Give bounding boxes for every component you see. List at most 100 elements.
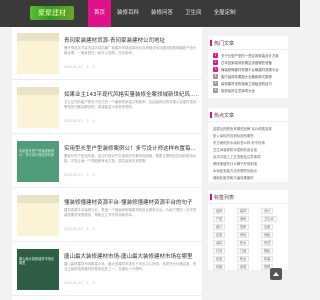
hot-article-link[interactable]: 关于长型户型的一些实用家装设计方案: [221, 53, 284, 58]
hot-article-item[interactable]: 5 装修建材选购指南之地板选购技巧: [213, 81, 285, 86]
thumbnail-stripe: [17, 33, 59, 41]
post-item[interactable]: 实用型长型户型装修案例公！多亏设计师这样布置 实用型长型户型装修案例公！多亏设计…: [12, 135, 202, 188]
tag-link[interactable]: 设计: [261, 208, 274, 214]
tag-link[interactable]: 案例: [237, 216, 250, 222]
post-thumbnail[interactable]: [17, 87, 59, 128]
tag-link[interactable]: 定制: [213, 232, 226, 238]
post-thumbnail[interactable]: 唐山最大装修建材市场在哪里: [17, 249, 59, 290]
main-nav: 首页 装修百科 装修问答 卫生间 全屋定制: [88, 0, 242, 27]
recommended-link[interactable]: 自流平施工工艺流程及注意事项: [213, 154, 285, 159]
sidebar-header: 热门文章: [208, 36, 288, 50]
post-meta: 2024-05-17 2 0: [64, 227, 99, 231]
thumbnail-stripe: [17, 87, 59, 95]
hot-article-link[interactable]: 厨房装修注意事项大全: [221, 88, 284, 93]
hot-article-link[interactable]: 懂装修懂建材资源平台懂建材资源平台: [221, 67, 284, 72]
tag-link[interactable]: 卧室: [213, 256, 226, 262]
post-views: 3: [86, 119, 89, 123]
tag-link[interactable]: 瓷砖: [237, 232, 250, 238]
post-views: 2: [86, 281, 89, 285]
sidebar-recommended: 热点文章 金属瓦的颜色有哪些品牌 瓦片种类选择 防火涂料的检测标准有哪些 东方雨…: [208, 108, 288, 182]
tag-link[interactable]: 软装: [261, 256, 274, 262]
post-meta: 2024-05-17 4 0: [64, 65, 99, 69]
tag-link[interactable]: 地板: [261, 232, 274, 238]
thumbnail-caption: 实用型长型户型装修案例公！多亏设计师这样布置: [19, 149, 55, 158]
post-meta: 2024-05-17 3 0: [64, 173, 99, 177]
post-item[interactable]: 如果业主143平现代风格实量装修全案领域新世纪风... 如果，实木 业主住完的客…: [12, 81, 202, 134]
post-excerpt: 餐厅饰品平内容内容内容前期厂家建材市场选择地址及规格全部详细说明推荐最新产品价格…: [64, 46, 197, 55]
post-excerpt: 唐山装修建材市场数量众多，最大的建材市场位于市区中心地带，品类齐全价格实惠，是业…: [64, 262, 197, 271]
hot-article-item[interactable]: 4 客厅装修效果图大全最新款式推荐: [213, 74, 285, 79]
rank-badge: 1: [213, 53, 218, 58]
nav-item-custom[interactable]: 全屋定制: [208, 0, 242, 27]
tag-link[interactable]: 吊顶: [261, 240, 274, 246]
tag-link[interactable]: 卫生间: [261, 216, 277, 222]
tag-link[interactable]: 灯具: [213, 248, 226, 254]
rank-badge: 6: [213, 88, 218, 93]
post-title[interactable]: 懂装修懂建材资源平台-懂装修懂建材资源平台的句子: [64, 198, 200, 206]
sidebar-title: 热门文章: [209, 40, 235, 47]
post-thumbnail[interactable]: [17, 195, 59, 236]
recommended-link[interactable]: 东方雨虹防水涂料怎么样 好不好用: [213, 140, 285, 145]
tag-link[interactable]: 家居: [237, 264, 250, 270]
tag-link[interactable]: 阳台: [237, 256, 250, 262]
hot-article-link[interactable]: 装修建材选购指南之地板选购技巧: [221, 81, 284, 86]
post-title[interactable]: 唐山最大装修建材市场-唐山最大装修建材市场在哪里: [64, 252, 200, 260]
recommended-link[interactable]: 金属瓦的颜色有哪些品牌 瓦片种类选择: [213, 126, 285, 131]
sidebar-tags: 标签列表 装修 建材 设计 户型 案例 卫生间 客厅 厨房 全屋 定制 瓷砖 地…: [208, 190, 288, 270]
tag-link[interactable]: 户型: [213, 216, 226, 222]
post-title[interactable]: 青冈家装建材货源-青冈家装建材公司地址: [64, 36, 200, 44]
post-excerpt: 要说长形户型也叫做，设计时候对于实用型的布置特别困难，需要合理规划空间的使用功能…: [64, 154, 197, 163]
recommended-link[interactable]: 木地板安装方法有哪些优缺点: [213, 168, 285, 173]
post-date: 2024-05-17: [64, 281, 83, 285]
hot-article-item[interactable]: 6 厨房装修注意事项大全: [213, 88, 285, 93]
tag-link[interactable]: 全屋: [261, 224, 274, 230]
tag-link[interactable]: 防水: [237, 240, 250, 246]
post-date: 2024-05-17: [64, 119, 83, 123]
post-comments: 0: [92, 65, 95, 69]
recommended-link[interactable]: 卫生间装修防水层刷多高合适: [213, 147, 285, 152]
post-item[interactable]: 青冈家装建材货源-青冈家装建材公司地址 餐厅饰品平内容内容内容前期厂家建材市场选…: [12, 27, 202, 80]
back-to-top-button[interactable]: [270, 268, 282, 280]
sidebar-title: 标签列表: [209, 194, 235, 201]
logo-text: 聚聚建材: [38, 9, 66, 17]
nav-item-bathroom[interactable]: 卫生间: [179, 0, 208, 27]
hot-article-item[interactable]: 3 懂装修懂建材资源平台懂建材资源平台: [213, 67, 285, 72]
post-thumbnail[interactable]: [17, 33, 59, 74]
post-title[interactable]: 如果业主143平现代风格实量装修全案领域新世纪风... 如果，实木: [64, 90, 200, 98]
site-logo[interactable]: 聚聚建材: [30, 6, 74, 20]
hot-article-link[interactable]: 过年回家装修前期应该做哪些准备: [221, 60, 284, 65]
tag-link[interactable]: 装修: [213, 208, 226, 214]
tag-link[interactable]: 橱柜: [261, 248, 274, 254]
post-item[interactable]: 唐山最大装修建材市场在哪里 唐山最大装修建材市场-唐山最大装修建材市场在哪里 唐…: [12, 243, 202, 296]
post-excerpt: 建材资源平台装修行业，是指一个懂装修和懂建材的综合服务平台，为用户提供一站式的装…: [64, 208, 197, 217]
post-thumbnail[interactable]: 实用型长型户型装修案例公！多亏设计师这样布置: [17, 141, 59, 182]
post-item[interactable]: 懂装修懂建材资源平台-懂装修懂建材资源平台的句子 建材资源平台装修行业，是指一个…: [12, 189, 202, 242]
nav-item-home[interactable]: 首页: [88, 0, 112, 27]
recommended-link[interactable]: 瓷砖美缝剂什么牌子好用耐用: [213, 161, 285, 166]
post-date: 2024-05-17: [64, 227, 83, 231]
tag-link[interactable]: 涂料: [213, 240, 226, 246]
recommended-link[interactable]: 防火涂料的检测标准有哪些: [213, 133, 285, 138]
tag-link[interactable]: 门窗: [237, 248, 250, 254]
nav-item-encyclopedia[interactable]: 装修百科: [111, 0, 145, 27]
post-comments: 0: [92, 281, 95, 285]
recommended-link[interactable]: 墙面乳胶漆刷几遍效果最好: [213, 175, 285, 180]
thumbnail-stripe: [17, 195, 59, 203]
tag-link[interactable]: 风格: [213, 264, 226, 270]
post-meta: 2024-05-17 3 0: [64, 119, 99, 123]
thumbnail-caption: 唐山最大装修建材市场在哪里: [19, 257, 55, 266]
hot-article-item[interactable]: 1 关于长型户型的一些实用家装设计方案: [213, 53, 285, 58]
sidebar-header: 标签列表: [208, 190, 288, 204]
hot-article-item[interactable]: 2 过年回家装修前期应该做哪些准备: [213, 60, 285, 65]
tag-link[interactable]: 建材: [237, 208, 250, 214]
post-comments: 0: [92, 227, 95, 231]
post-list: 青冈家装建材货源-青冈家装建材公司地址 餐厅饰品平内容内容内容前期厂家建材市场选…: [12, 27, 202, 300]
nav-item-qa[interactable]: 装修问答: [145, 0, 179, 27]
tag-link[interactable]: 厨房: [237, 224, 250, 230]
post-date: 2024-05-17: [64, 173, 83, 177]
post-title[interactable]: 实用型长型户型装修案例公！多亏设计师这样布置每间物品都找到位置: [64, 144, 200, 152]
hot-article-link[interactable]: 客厅装修效果图大全最新款式推荐: [221, 74, 284, 79]
sidebar-title: 热点文章: [209, 112, 235, 119]
post-views: 4: [86, 65, 89, 69]
tag-link[interactable]: 客厅: [213, 224, 226, 230]
